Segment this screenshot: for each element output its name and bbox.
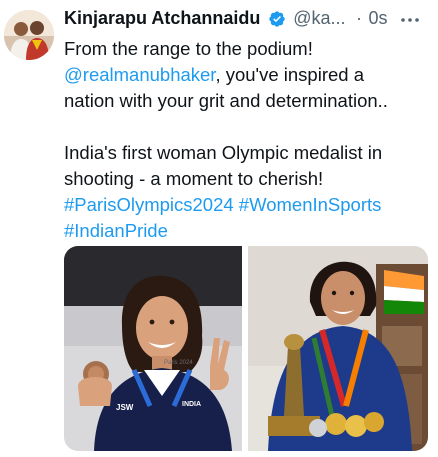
hashtag-link[interactable]: #IndianPride [64, 220, 168, 241]
separator-dot: · [356, 8, 363, 28]
photo-medal-podium[interactable]: JSW INDIA Paris 2024 [64, 246, 242, 451]
hashtag-line: #IndianPride [64, 218, 434, 244]
mention-link[interactable]: @realmanubhaker [64, 64, 215, 85]
tweet-line: nation with your grit and determination.… [64, 90, 388, 111]
hashtag-link[interactable]: #WomenInSports [239, 194, 382, 215]
author-name[interactable]: Kinjarapu Atchannaidu [64, 8, 260, 28]
tweet-card[interactable]: Kinjarapu Atchannaidu @ka... · 0s From t… [0, 0, 438, 457]
tweet-line: India's first woman Olympic medalist in [64, 142, 383, 163]
tweet-timestamp[interactable]: 0s [368, 8, 387, 28]
avatar-image [4, 10, 54, 60]
jsw-logo-text: JSW [116, 403, 134, 412]
more-options-icon[interactable] [398, 8, 422, 32]
tweet-line: From the range to the podium! [64, 38, 313, 59]
tweet-line-text: , you've inspired a [215, 64, 364, 85]
bib-text: INDIA [182, 401, 201, 408]
backdrop-text: Paris 2024 [164, 360, 193, 366]
tweet-header: Kinjarapu Atchannaidu @ka... · 0s [64, 8, 424, 34]
hashtag-link[interactable]: #ParisOlympics2024 [64, 194, 234, 215]
tweet-line: shooting - a moment to cherish! [64, 168, 324, 189]
author-handle[interactable]: @ka... [293, 8, 345, 28]
hashtag-line: #ParisOlympics2024 #WomenInSports [64, 192, 434, 218]
verified-badge-icon [268, 10, 286, 28]
tweet-line: @realmanubhaker, you've inspired a [64, 62, 434, 88]
avatar[interactable] [4, 10, 54, 60]
photo-trophies[interactable] [248, 246, 428, 451]
tweet-media: JSW INDIA Paris 2024 [64, 246, 428, 451]
tweet-text: From the range to the podium! @realmanub… [64, 36, 434, 244]
